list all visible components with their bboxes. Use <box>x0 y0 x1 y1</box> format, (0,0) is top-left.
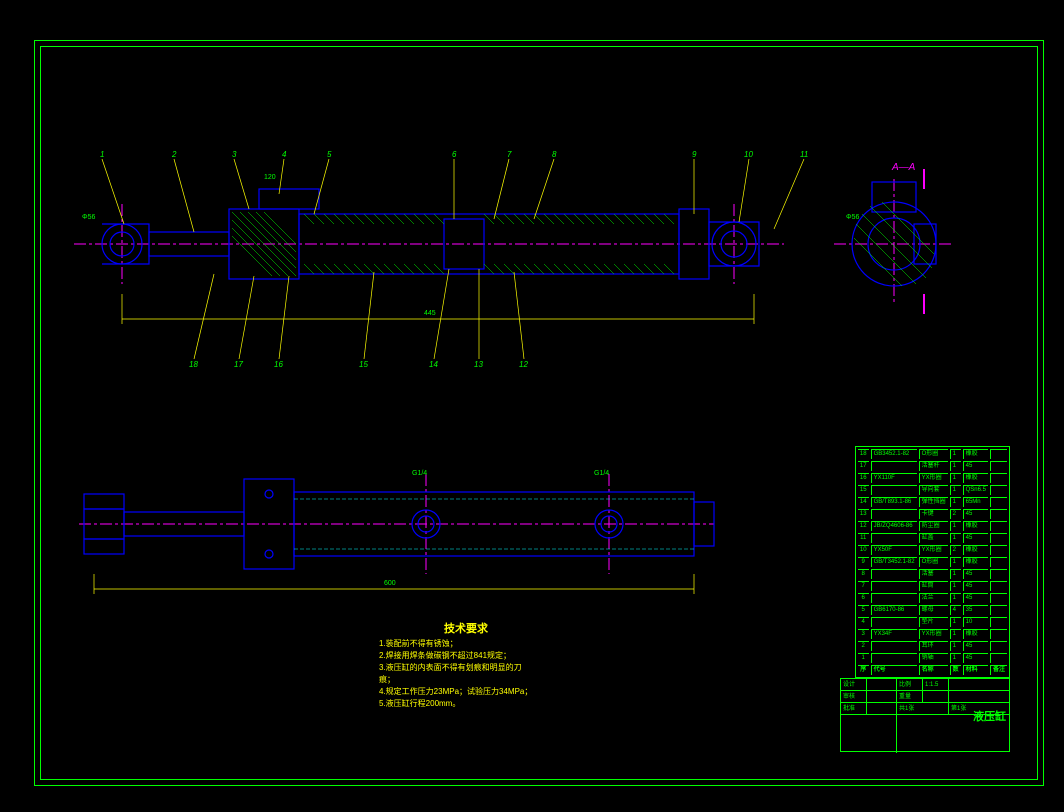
balloon-18: 18 <box>189 360 198 369</box>
table-header: 序代号名称数材料备注 <box>858 665 1007 675</box>
table-row: 8活塞145 <box>858 569 1007 579</box>
balloon-3: 3 <box>232 150 236 159</box>
table-row: 7缸筒145 <box>858 581 1007 591</box>
balloon-11: 11 <box>800 150 808 159</box>
table-row: 3YX34FYX形圈1橡胶 <box>858 629 1007 639</box>
dim-len3: 600 <box>384 580 396 587</box>
balloon-8: 8 <box>552 150 556 159</box>
drawing-title: 液压缸 <box>973 708 1006 724</box>
table-row: 6法兰145 <box>858 593 1007 603</box>
dim-len1: 120 <box>264 174 276 181</box>
dim-port1: G1/4 <box>412 470 427 477</box>
tech-requirements-body: 1.装配前不得有锈蚀； 2.焊接用焊条做碳钢不超过841规定； 3.液压缸的内表… <box>379 638 532 710</box>
balloon-13: 13 <box>474 360 483 369</box>
balloon-12: 12 <box>519 360 528 369</box>
table-row: 2耳环145 <box>858 641 1007 651</box>
dim-d4: Φ56 <box>846 214 859 221</box>
table-row: 16YX110FYX形圈1橡胶 <box>858 473 1007 483</box>
dim-d1: Φ56 <box>82 214 95 221</box>
table-row: 14GB/T893.1-86弹性挡圈165Mn <box>858 497 1007 507</box>
dim-len2: 445 <box>424 310 436 317</box>
table-row: 17活塞杆145 <box>858 461 1007 471</box>
balloon-4: 4 <box>282 150 286 159</box>
table-row: 11缸盖145 <box>858 533 1007 543</box>
balloon-10: 10 <box>744 150 753 159</box>
balloon-16: 16 <box>274 360 283 369</box>
balloon-15: 15 <box>359 360 368 369</box>
table-row: 9GB/T3452.1-82O形圈1橡胶 <box>858 557 1007 567</box>
table-row: 10YX50FYX形圈2橡胶 <box>858 545 1007 555</box>
table-row: 4垫片110 <box>858 617 1007 627</box>
table-row: 18GB3452.1-82O形圈1橡胶 <box>858 449 1007 459</box>
table-row: 5GB6170-86螺母435 <box>858 605 1007 615</box>
balloon-7: 7 <box>507 150 511 159</box>
parts-list-table: 18GB3452.1-82O形圈1橡胶 17活塞杆145 16YX110FYX形圈1… <box>855 446 1010 678</box>
balloon-6: 6 <box>452 150 456 159</box>
balloon-9: 9 <box>692 150 696 159</box>
cad-canvas[interactable]: A—A 1 2 3 4 5 6 7 8 9 10 11 18 17 16 15 … <box>14 14 1050 784</box>
table-row: 1销轴145 <box>858 653 1007 663</box>
balloon-1: 1 <box>100 150 104 159</box>
balloon-2: 2 <box>172 150 176 159</box>
balloon-5: 5 <box>327 150 331 159</box>
dim-port2: G1/4 <box>594 470 609 477</box>
table-row: 13卡键245 <box>858 509 1007 519</box>
table-row: 15导向套1QSn6.5 <box>858 485 1007 495</box>
tech-requirements-title: 技术要求 <box>444 620 488 636</box>
balloon-14: 14 <box>429 360 438 369</box>
balloon-17: 17 <box>234 360 243 369</box>
section-label: A—A <box>892 162 915 173</box>
table-row: 12JB/ZQ4606-86防尘圈1橡胶 <box>858 521 1007 531</box>
